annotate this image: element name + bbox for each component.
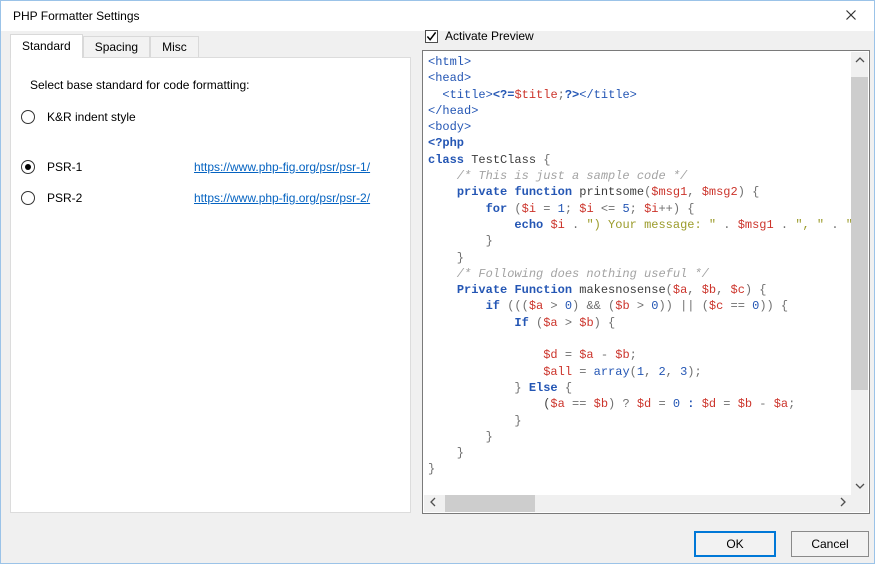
code-line: $d = $a - $b; [428,347,851,363]
chevron-up-icon [854,53,866,68]
base-standard-heading: Select base standard for code formatting… [30,78,249,92]
radio-row-psr-2: PSR-2 https://www.php-fig.org/psr/psr-2/ [11,190,410,206]
title-bar: PHP Formatter Settings [1,1,874,31]
code-line: } [428,429,851,445]
code-line: <head> [428,70,851,86]
php-formatter-settings-dialog: PHP Formatter Settings StandardSpacingMi… [0,0,875,564]
code-line: ($a == $b) ? $d = 0 : $d = $b - $a; [428,396,851,412]
psr-1-link[interactable]: https://www.php-fig.org/psr/psr-1/ [194,160,370,174]
chevron-left-icon [428,496,438,511]
code-line: private function printsome($msg1, $msg2)… [428,184,851,200]
horizontal-scroll-thumb[interactable] [445,495,535,512]
scrollbar-corner [851,495,868,512]
activate-preview-label: Activate Preview [445,29,534,43]
radio-psr-2[interactable] [21,191,35,205]
code-preview[interactable]: <html><head> <title><?=$title;?></title>… [424,52,851,495]
code-line: if ((($a > 0) && ($b > 0)) || ($c == 0))… [428,298,851,314]
standard-tab-panel: Select base standard for code formatting… [10,57,411,513]
code-line: } [428,461,851,477]
code-line: Private Function makesnosense($a, $b, $c… [428,282,851,298]
close-button[interactable] [828,1,874,31]
vertical-scrollbar[interactable] [851,52,868,495]
psr-2-link[interactable]: https://www.php-fig.org/psr/psr-2/ [194,191,370,205]
code-preview-box: <html><head> <title><?=$title;?></title>… [422,50,870,514]
code-line: <body> [428,119,851,135]
code-line: } [428,413,851,429]
code-line: echo $i . ") Your message: " . $msg1 . "… [428,217,851,233]
code-line: for ($i = 1; $i <= 5; $i++) { [428,201,851,217]
tab-spacing[interactable]: Spacing [83,36,150,57]
code-line: <title><?=$title;?></title> [428,87,851,103]
close-icon [845,9,857,24]
code-line [428,331,851,347]
radio-label[interactable]: PSR-2 [47,191,82,205]
window-title: PHP Formatter Settings [13,1,140,31]
code-line: } Else { [428,380,851,396]
radio-psr-1[interactable] [21,160,35,174]
code-line: $all = array(1, 2, 3); [428,364,851,380]
code-line: } [428,445,851,461]
radio-label[interactable]: PSR-1 [47,160,82,174]
tab-strip: StandardSpacingMisc [10,34,199,57]
scroll-left-button[interactable] [424,495,441,512]
radio-k-r-indent-style[interactable] [21,110,35,124]
tab-misc[interactable]: Misc [150,36,199,57]
code-line: /* Following does nothing useful */ [428,266,851,282]
vertical-scroll-thumb[interactable] [851,77,868,390]
code-line: class TestClass { [428,152,851,168]
radio-row-psr-1: PSR-1 https://www.php-fig.org/psr/psr-1/ [11,159,410,175]
tab-standard[interactable]: Standard [10,34,83,58]
code-line: /* This is just a sample code */ [428,168,851,184]
horizontal-scrollbar[interactable] [424,495,851,512]
radio-row-k-r-indent-style: K&R indent style [11,109,410,125]
cancel-button[interactable]: Cancel [791,531,869,557]
code-line: } [428,233,851,249]
code-line: If ($a > $b) { [428,315,851,331]
scroll-down-button[interactable] [851,478,868,495]
ok-button[interactable]: OK [694,531,776,557]
chevron-down-icon [854,479,866,494]
chevron-right-icon [838,496,848,511]
scroll-up-button[interactable] [851,52,868,69]
activate-preview-checkbox[interactable] [425,30,438,43]
scroll-right-button[interactable] [834,495,851,512]
radio-label[interactable]: K&R indent style [47,110,136,124]
code-line [428,478,851,494]
code-line: </head> [428,103,851,119]
code-line: <?php [428,135,851,151]
code-line: <html> [428,54,851,70]
code-line: } [428,250,851,266]
